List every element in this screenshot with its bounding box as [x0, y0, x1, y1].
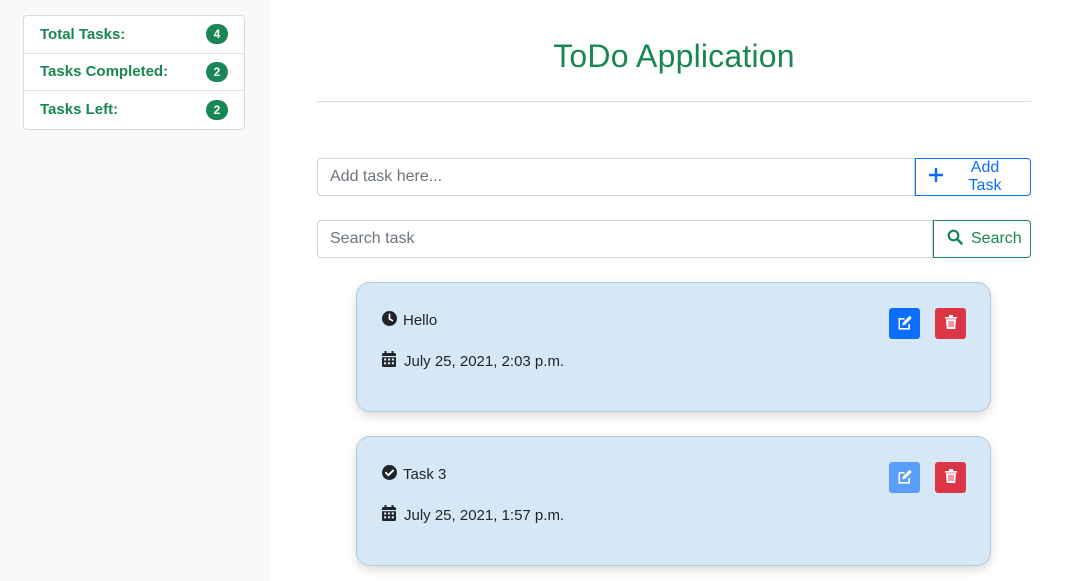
- delete-task-button[interactable]: [935, 308, 966, 339]
- page-title: ToDo Application: [553, 38, 795, 74]
- edit-task-button[interactable]: [889, 308, 920, 339]
- main-content: ToDo Application Add Task Search Hello: [269, 0, 1080, 581]
- task-date-row: July 25, 2021, 1:57 p.m.: [382, 505, 564, 525]
- add-task-button-label: Add Task: [968, 159, 1002, 194]
- task-date-row: July 25, 2021, 2:03 p.m.: [382, 351, 564, 371]
- stat-label: Tasks Left:: [40, 101, 119, 119]
- add-task-form: Add Task: [317, 158, 1031, 196]
- task-date: July 25, 2021, 2:03 p.m.: [404, 352, 565, 370]
- task-title-row: Hello: [382, 311, 437, 330]
- task-stats-list: Total Tasks: 4 Tasks Completed: 2 Tasks …: [23, 15, 245, 130]
- stat-total-tasks: Total Tasks: 4: [24, 16, 244, 54]
- search-button[interactable]: Search: [933, 220, 1031, 258]
- search-icon: [947, 229, 963, 250]
- edit-icon: [897, 469, 913, 487]
- search-button-label: Search: [971, 230, 1022, 247]
- sidebar: Total Tasks: 4 Tasks Completed: 2 Tasks …: [0, 0, 269, 581]
- stat-count-badge: 4: [206, 24, 228, 45]
- stat-label: Tasks Completed:: [40, 63, 169, 81]
- stat-count-badge: 2: [206, 99, 228, 120]
- task-title: Task 3: [403, 466, 447, 483]
- trash-icon: [944, 315, 957, 332]
- search-form: Search: [317, 220, 1031, 258]
- edit-task-button[interactable]: [889, 462, 920, 493]
- check-circle-icon: [382, 465, 397, 484]
- task-title-row: Task 3: [382, 465, 446, 484]
- divider: [317, 101, 1031, 102]
- edit-icon: [897, 315, 913, 333]
- task-date: July 25, 2021, 1:57 p.m.: [404, 506, 565, 524]
- add-task-input[interactable]: [317, 158, 915, 196]
- plus-icon: [928, 166, 944, 187]
- calendar-icon: [382, 505, 396, 525]
- clock-icon: [382, 311, 397, 330]
- add-task-button[interactable]: Add Task: [915, 158, 1031, 196]
- stat-label: Total Tasks:: [40, 25, 126, 43]
- stat-tasks-left: Tasks Left: 2: [24, 91, 244, 129]
- task-card: Task 3 July 25, 2021, 1:57 p.m.: [356, 436, 991, 566]
- task-card: Hello July 25, 2021, 2:03 p.m.: [356, 282, 991, 412]
- delete-task-button[interactable]: [935, 462, 966, 493]
- stat-count-badge: 2: [206, 61, 228, 82]
- task-title: Hello: [403, 312, 438, 329]
- stat-tasks-completed: Tasks Completed: 2: [24, 54, 244, 91]
- search-input[interactable]: [317, 220, 933, 258]
- trash-icon: [944, 469, 957, 486]
- calendar-icon: [382, 351, 396, 371]
